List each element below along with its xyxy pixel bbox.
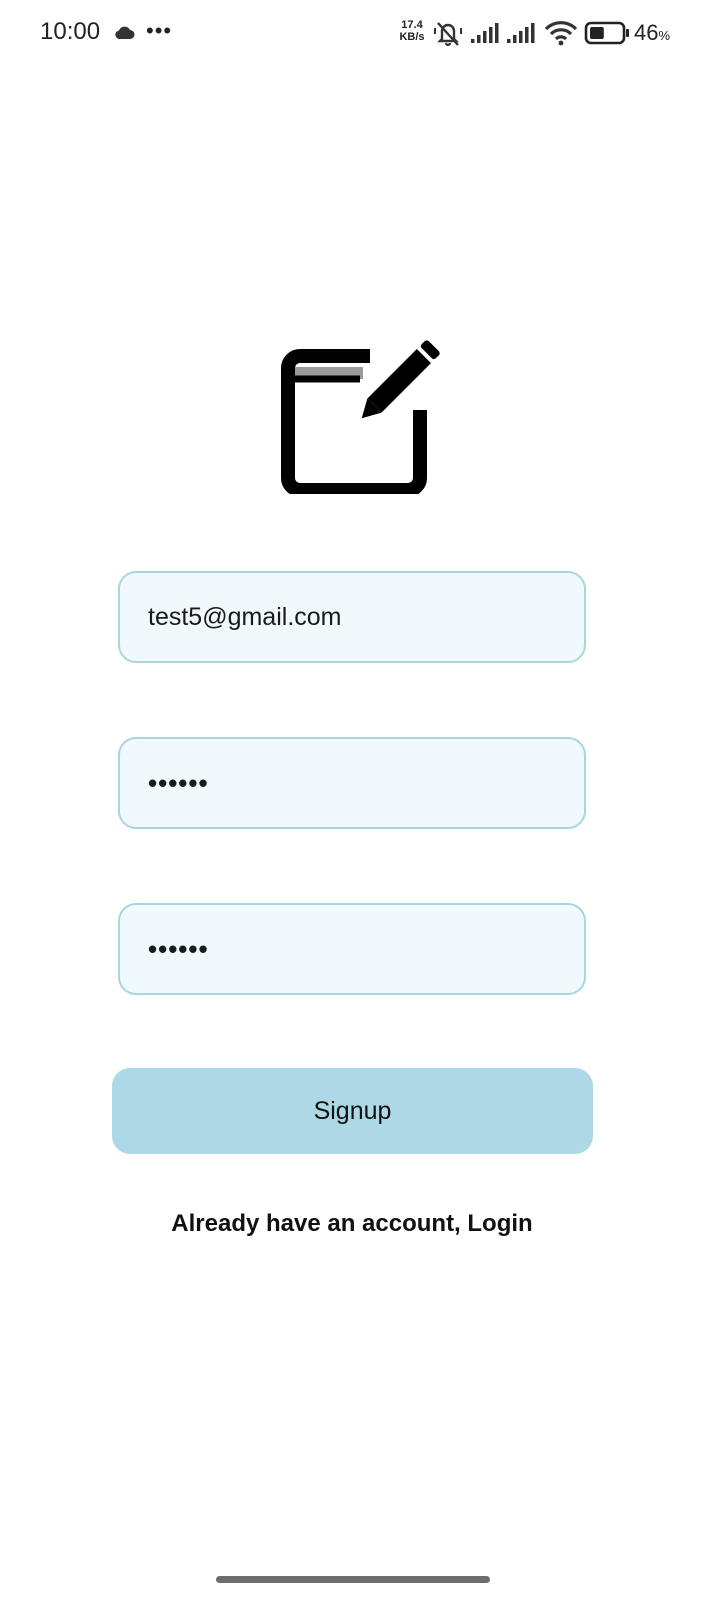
signal-icon [507, 23, 535, 43]
password-field-value: •••••• [148, 768, 209, 798]
email-field[interactable]: test5@gmail.com [118, 571, 586, 663]
more-notifications-icon: ••• [146, 18, 173, 43]
edit-note-icon [281, 340, 440, 494]
password-field[interactable]: •••••• [118, 737, 586, 829]
battery-icon [584, 21, 629, 45]
cloud-icon [115, 26, 135, 39]
battery-percent-sign: % [658, 28, 671, 43]
muted-bell-icon [434, 22, 462, 47]
home-indicator[interactable] [216, 1576, 490, 1583]
status-time: 10:00 [40, 18, 101, 45]
wifi-icon [544, 21, 578, 46]
signup-button[interactable]: Signup [112, 1068, 593, 1154]
confirm-password-field-value: •••••• [148, 934, 209, 964]
net-speed: 17.4 KB/s [396, 19, 428, 43]
net-speed-unit: KB/s [399, 31, 425, 43]
battery-percent: 46% [634, 20, 670, 46]
signal-icon [471, 23, 499, 43]
login-link[interactable]: Already have an account, Login [0, 1210, 704, 1238]
email-field-value: test5@gmail.com [148, 602, 342, 631]
status-bar: 10:00 ••• 17.4 KB/s 46% [0, 0, 720, 68]
net-speed-value: 17.4 [401, 19, 423, 31]
signup-button-label: Signup [313, 1096, 392, 1125]
battery-percent-value: 46 [634, 20, 659, 45]
confirm-password-field[interactable]: •••••• [118, 903, 586, 995]
